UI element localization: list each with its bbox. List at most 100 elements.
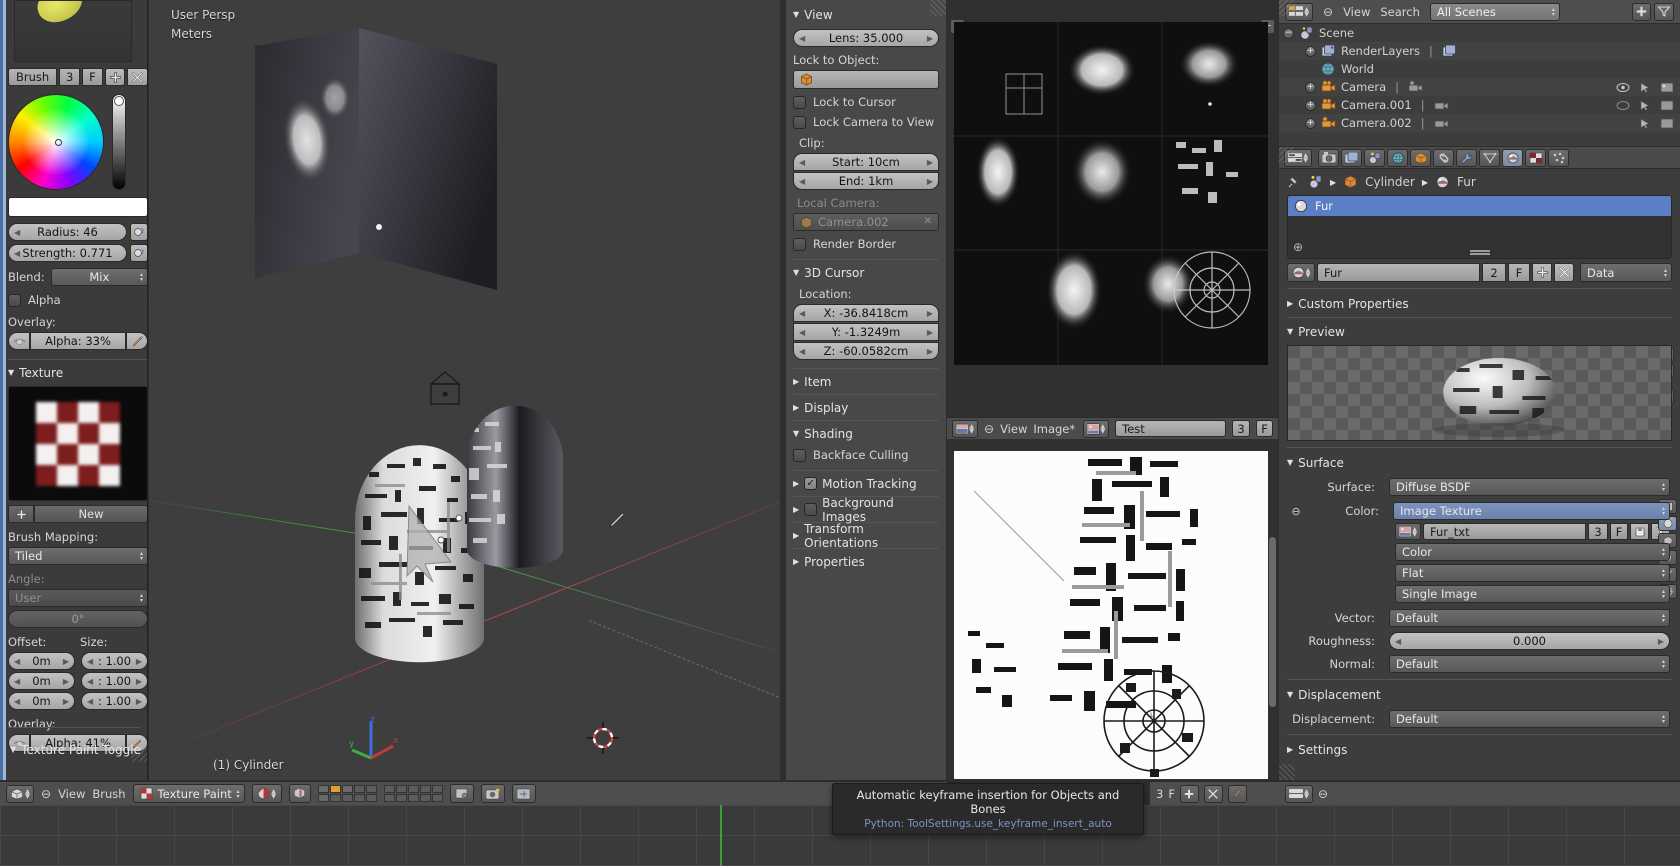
- background-images-panel-header[interactable]: ▶ Background Images: [793, 496, 939, 524]
- texture-tab[interactable]: [1525, 148, 1546, 167]
- color-socket-collapse-icon[interactable]: ⊖: [1289, 505, 1303, 518]
- image-users-count[interactable]: 3: [1232, 420, 1250, 437]
- texture-paint-toggle-panel-header[interactable]: ▼ Texture Paint Toggle: [10, 741, 141, 758]
- layer-cell[interactable]: [353, 794, 365, 802]
- menu-brush[interactable]: Brush: [92, 787, 125, 801]
- new-collection-icon[interactable]: [1632, 2, 1651, 21]
- expander-icon[interactable]: +: [1305, 99, 1316, 111]
- material-preview[interactable]: [1287, 345, 1672, 441]
- slider-left-arrow[interactable]: ◀: [14, 249, 20, 258]
- vector-input-dropdown[interactable]: Default: [1389, 609, 1670, 627]
- brush-fake-user-toggle[interactable]: F: [82, 68, 103, 86]
- brush-color-swatch[interactable]: [8, 197, 147, 217]
- camera-gizmo[interactable]: [426, 368, 464, 408]
- new-texture-button[interactable]: New: [34, 505, 147, 523]
- render-layers-tab[interactable]: [1341, 148, 1362, 167]
- particles-tab[interactable]: [1548, 148, 1569, 167]
- plus-icon[interactable]: [1532, 263, 1552, 282]
- cursor-z-field[interactable]: ◀ Z: -60.0582cm ▶: [793, 342, 939, 360]
- layer-cell[interactable]: [365, 794, 377, 802]
- slider-right-arrow[interactable]: ▶: [1658, 637, 1664, 646]
- constraints-tab[interactable]: [1433, 148, 1454, 167]
- image-users-count[interactable]: 3: [1588, 523, 1608, 540]
- image-editor-scrollbar[interactable]: [1269, 537, 1276, 707]
- collapse-menu-icon[interactable]: ⊖: [41, 787, 51, 801]
- outliner-tree[interactable]: − Scene + RenderLayers | World + Camera …: [1279, 24, 1680, 132]
- expander-icon[interactable]: +: [1305, 45, 1316, 57]
- cursor-y-field[interactable]: ◀ Y: -1.3249m ▶: [793, 323, 939, 341]
- menu-search[interactable]: Search: [1380, 5, 1420, 19]
- strength-pressure-icon[interactable]: [130, 244, 147, 262]
- displacement-input-dropdown[interactable]: Default: [1389, 710, 1670, 728]
- browse-image-icon[interactable]: ▲ ▼: [1395, 523, 1421, 540]
- image-editor-icon[interactable]: ▲ ▼: [952, 419, 978, 438]
- x-icon[interactable]: [1203, 784, 1223, 803]
- slider-right-arrow[interactable]: ▶: [927, 309, 933, 318]
- interpolation-dropdown[interactable]: Flat: [1395, 564, 1670, 582]
- layer-cell[interactable]: [341, 794, 353, 802]
- size-z-field[interactable]: ◀ : 1.00 ▶: [81, 692, 147, 710]
- layer-cell[interactable]: [317, 785, 329, 793]
- expander-icon[interactable]: +: [1305, 117, 1316, 129]
- brush-strength-slider[interactable]: ◀ Strength: 0.771: [8, 244, 127, 262]
- shading-panel-header[interactable]: ▼ Shading: [793, 425, 939, 442]
- slider-right-arrow[interactable]: ▶: [927, 34, 933, 43]
- layer-grid-first[interactable]: [317, 785, 377, 802]
- browse-material-icon[interactable]: ▲ ▼: [1287, 263, 1315, 282]
- overlay-visibility-icon[interactable]: [8, 332, 30, 350]
- pack-image-icon[interactable]: [1630, 523, 1649, 540]
- outliner-row-camera-002[interactable]: + Camera.002 |: [1279, 114, 1680, 132]
- collapse-menu-icon[interactable]: ⊖: [984, 422, 994, 436]
- slider-right-arrow[interactable]: ▶: [927, 328, 933, 337]
- lock-camera-to-view-checkbox[interactable]: [793, 115, 806, 129]
- image-editor-canvas[interactable]: µ: [954, 451, 1268, 779]
- slider-right-arrow[interactable]: ▶: [927, 347, 933, 356]
- layer-cell[interactable]: [431, 794, 443, 802]
- item-panel-header[interactable]: ▶ Item: [793, 373, 939, 390]
- add-material-slot-icon[interactable]: ⊕: [1293, 240, 1303, 254]
- cylinder-object-secondary[interactable]: [461, 406, 569, 574]
- display-panel-header[interactable]: ▶ Display: [793, 399, 939, 416]
- size-x-field[interactable]: ◀ : 1.00 ▶: [81, 652, 147, 670]
- expander-icon[interactable]: −: [1283, 27, 1294, 39]
- region-resize-grip[interactable]: [1279, 764, 1295, 780]
- scene-switch-icon[interactable]: [511, 784, 536, 803]
- slider-left-arrow[interactable]: ◀: [14, 677, 20, 686]
- outliner-row-camera[interactable]: + Camera |: [1279, 78, 1680, 96]
- render-border-checkbox[interactable]: [793, 237, 806, 251]
- x-icon[interactable]: [1554, 263, 1574, 282]
- editor-type-icon[interactable]: ▲ ▼: [1285, 784, 1313, 803]
- slider-right-arrow[interactable]: ▶: [927, 177, 933, 186]
- box-object[interactable]: [249, 28, 499, 290]
- offset-z-field[interactable]: ◀ 0m ▶: [8, 692, 75, 710]
- value-slider-knob[interactable]: [114, 96, 124, 106]
- layer-cell[interactable]: [419, 794, 431, 802]
- brush-name-field[interactable]: Brush: [8, 68, 58, 86]
- slot-list-grip[interactable]: [1469, 250, 1490, 252]
- clip-end-field[interactable]: ◀ End: 1km ▶: [793, 172, 939, 190]
- modifiers-tab[interactable]: [1456, 148, 1477, 167]
- slider-left-arrow[interactable]: ◀: [14, 228, 20, 237]
- region-resize-grip[interactable]: [1279, 0, 1295, 16]
- slider-left-arrow[interactable]: ◀: [799, 177, 805, 186]
- outliner-row-renderlayers[interactable]: + RenderLayers |: [1279, 42, 1680, 60]
- material-name-field[interactable]: Fur: [1317, 263, 1480, 282]
- region-resize-grip[interactable]: [131, 746, 147, 762]
- slider-left-arrow[interactable]: ◀: [799, 309, 805, 318]
- backface-culling-checkbox[interactable]: [793, 448, 806, 462]
- layer-cell[interactable]: [353, 785, 365, 793]
- radius-pressure-icon[interactable]: [130, 223, 147, 241]
- slider-left-arrow[interactable]: ◀: [799, 34, 805, 43]
- plus-icon[interactable]: [1179, 784, 1199, 803]
- magnet-icon[interactable]: [449, 784, 474, 803]
- brush-icon[interactable]: [126, 332, 147, 350]
- surface-shader-dropdown[interactable]: Diffuse BSDF: [1389, 478, 1670, 496]
- image-name-field[interactable]: Fur_txt: [1423, 523, 1586, 540]
- scene-tab[interactable]: [1364, 148, 1385, 167]
- uv-fake-user[interactable]: F: [1168, 787, 1175, 801]
- offset-x-field[interactable]: ◀ 0m ▶: [8, 652, 75, 670]
- layer-cell[interactable]: [383, 785, 395, 793]
- outliner-row-scene[interactable]: − Scene: [1279, 24, 1680, 42]
- lock-to-object-field[interactable]: [793, 70, 939, 89]
- x-icon[interactable]: [127, 68, 147, 86]
